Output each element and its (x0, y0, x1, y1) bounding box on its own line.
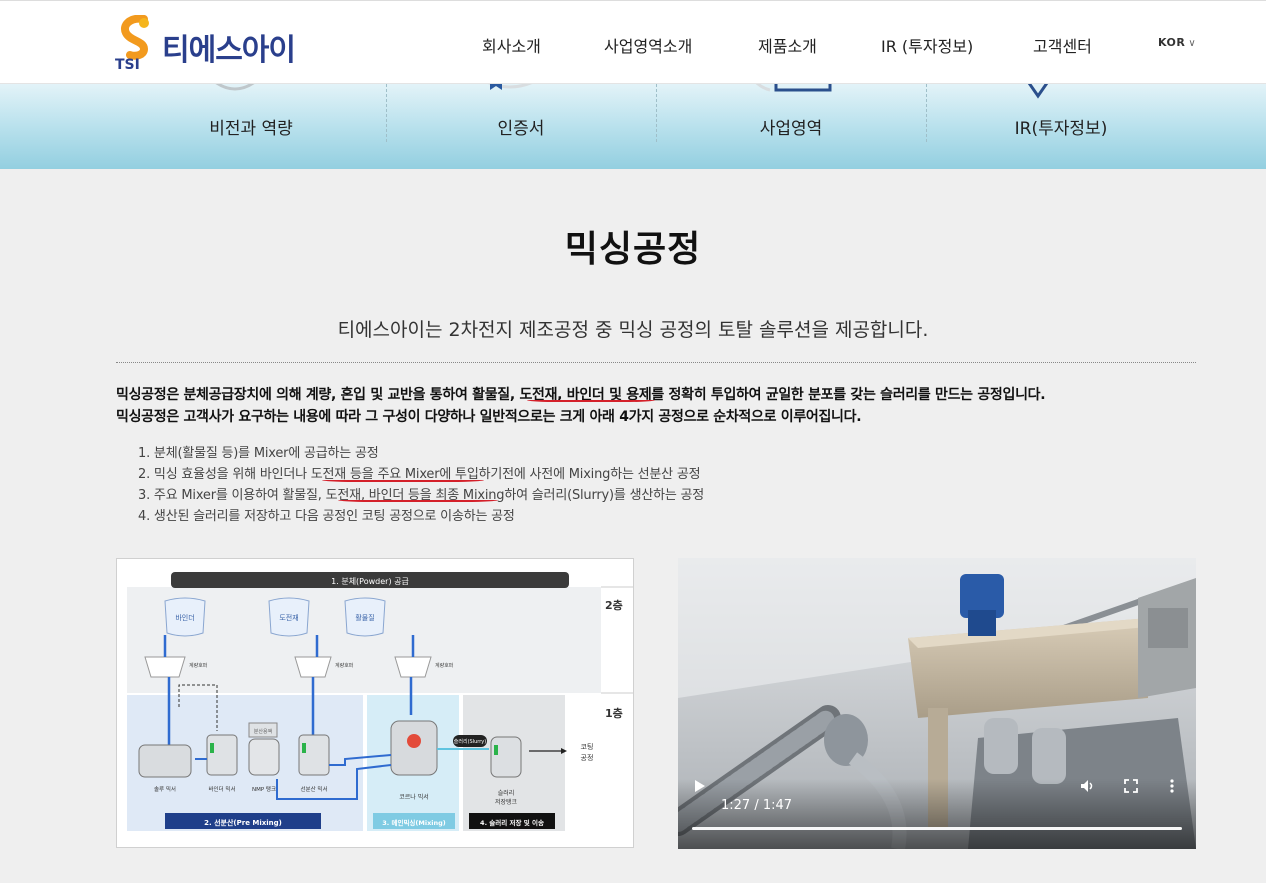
bag-active: 활물질 (344, 597, 386, 637)
section-main-mixing: 3. 메인믹싱(Mixing) (382, 818, 446, 827)
fullscreen-icon[interactable] (1124, 779, 1138, 793)
diagram-top-banner: 1. 분체(Powder) 공급 (331, 576, 409, 586)
annotation-underline (527, 400, 655, 402)
svg-text:활물질: 활물질 (355, 613, 374, 622)
section-storage: 4. 슬러리 저장 및 이송 (480, 818, 544, 827)
svg-text:코팅: 코팅 (581, 742, 594, 751)
subnav-vision[interactable]: 비전과 역량 (116, 84, 386, 169)
description-line: 믹싱공정은 고객사가 요구하는 내용에 따라 그 구성이 다양하나 일반적으로는… (116, 409, 862, 425)
subnav-business[interactable]: 사업영역 (656, 84, 926, 169)
volume-icon[interactable] (1080, 779, 1096, 793)
video-time: 1:27 / 1:47 (721, 798, 793, 813)
svg-text:저장탱크: 저장탱크 (495, 798, 518, 806)
company-logo[interactable]: TSI 티에스아이 (114, 15, 304, 71)
process-video-player[interactable]: 1:27 / 1:47 (678, 558, 1196, 849)
svg-text:도전재: 도전재 (279, 613, 298, 622)
nav-about[interactable]: 회사소개 (482, 33, 541, 57)
svg-text:슬러리: 슬러리 (498, 789, 515, 797)
process-steps: 1. 분체(활물질 등)를 Mixer에 공급하는 공정 2. 믹싱 효율성을 … (138, 443, 704, 527)
svg-text:솔루 믹서: 솔루 믹서 (154, 785, 176, 793)
chevron-down-icon: ∨ (1188, 38, 1197, 49)
svg-text:계량호퍼: 계량호퍼 (335, 662, 353, 669)
svg-text:TSI: TSI (115, 57, 140, 71)
floor-1-label: 1층 (605, 706, 623, 720)
svg-text:계량호퍼: 계량호퍼 (189, 662, 207, 669)
logo-emblem-icon: TSI (115, 15, 149, 71)
description-line: 믹싱공정은 분체공급장치에 의해 계량, 혼입 및 교반을 통하여 활물질, 도… (116, 387, 1046, 403)
subnav-ir-label: IR(투자정보) (1014, 119, 1108, 139)
floor-2-label: 2층 (605, 598, 623, 612)
subnav-certificates-label: 인증서 (497, 119, 545, 139)
step-item: 1. 분체(활물질 등)를 Mixer에 공급하는 공정 (138, 446, 379, 461)
language-label: KOR (1158, 36, 1186, 49)
mixing-process-diagram: 1. 분체(Powder) 공급 2층 1층 바인더 도전재 활물질 계량호퍼 … (116, 558, 634, 848)
nav-ir[interactable]: IR (투자정보) (881, 33, 973, 57)
more-icon[interactable] (1170, 779, 1174, 793)
annotation-underline (338, 500, 498, 502)
video-controls: 1:27 / 1:47 (678, 779, 1196, 849)
step-item: 3. 주요 Mixer를 이용하여 활물질, 도전재, 바인더 등을 최종 Mi… (138, 488, 705, 503)
page-title: 믹싱공정 (564, 229, 702, 270)
video-progress-bar[interactable] (692, 827, 1182, 830)
language-selector[interactable]: KOR ∨ (1158, 36, 1196, 49)
svg-text:공정: 공정 (581, 753, 594, 762)
nav-products[interactable]: 제품소개 (758, 33, 817, 57)
svg-text:슬러리(Slurry): 슬러리(Slurry) (454, 738, 486, 745)
subnav-business-label: 사업영역 (759, 119, 823, 139)
process-description: 믹싱공정은 분체공급장치에 의해 계량, 혼입 및 교반을 통하여 활물질, 도… (116, 384, 1196, 428)
bag-binder: 바인더 (164, 597, 206, 637)
play-icon[interactable] (694, 779, 706, 793)
sub-navigation: 비전과 역량 인증서 사업영역 IR(투자정보) (0, 84, 1266, 169)
step-item: 4. 생산된 슬러리를 저장하고 다음 공정인 코팅 공정으로 이송하는 공정 (138, 509, 515, 524)
subnav-certificates[interactable]: 인증서 (386, 84, 656, 169)
subnav-vision-label: 비전과 역량 (209, 119, 293, 139)
section-divider (116, 362, 1196, 363)
svg-text:코르나 믹서: 코르나 믹서 (399, 793, 429, 801)
subnav-ir[interactable]: IR(투자정보) (926, 84, 1196, 169)
annotation-underline (322, 480, 484, 482)
svg-text:선분산 믹서: 선분산 믹서 (300, 785, 327, 793)
svg-text:분산용액: 분산용액 (254, 728, 273, 735)
page-subtitle: 티에스아이는 2차전지 제조공정 중 믹싱 공정의 토탈 솔루션을 제공합니다. (337, 319, 929, 341)
section-premixing: 2. 선분산(Pre Mixing) (204, 818, 282, 827)
svg-text:바인더 믹서: 바인더 믹서 (208, 785, 235, 793)
site-header: TSI 티에스아이 회사소개 사업영역소개 제품소개 IR (투자정보) 고객센… (0, 0, 1266, 84)
nav-business[interactable]: 사업영역소개 (604, 33, 692, 57)
svg-text:NMP 탱크: NMP 탱크 (252, 786, 276, 793)
svg-text:바인더: 바인더 (175, 613, 194, 622)
bag-conductive: 도전재 (268, 597, 310, 637)
logo-text: 티에스아이 (162, 33, 296, 68)
svg-text:계량호퍼: 계량호퍼 (435, 662, 453, 669)
nav-support[interactable]: 고객센터 (1033, 33, 1092, 57)
